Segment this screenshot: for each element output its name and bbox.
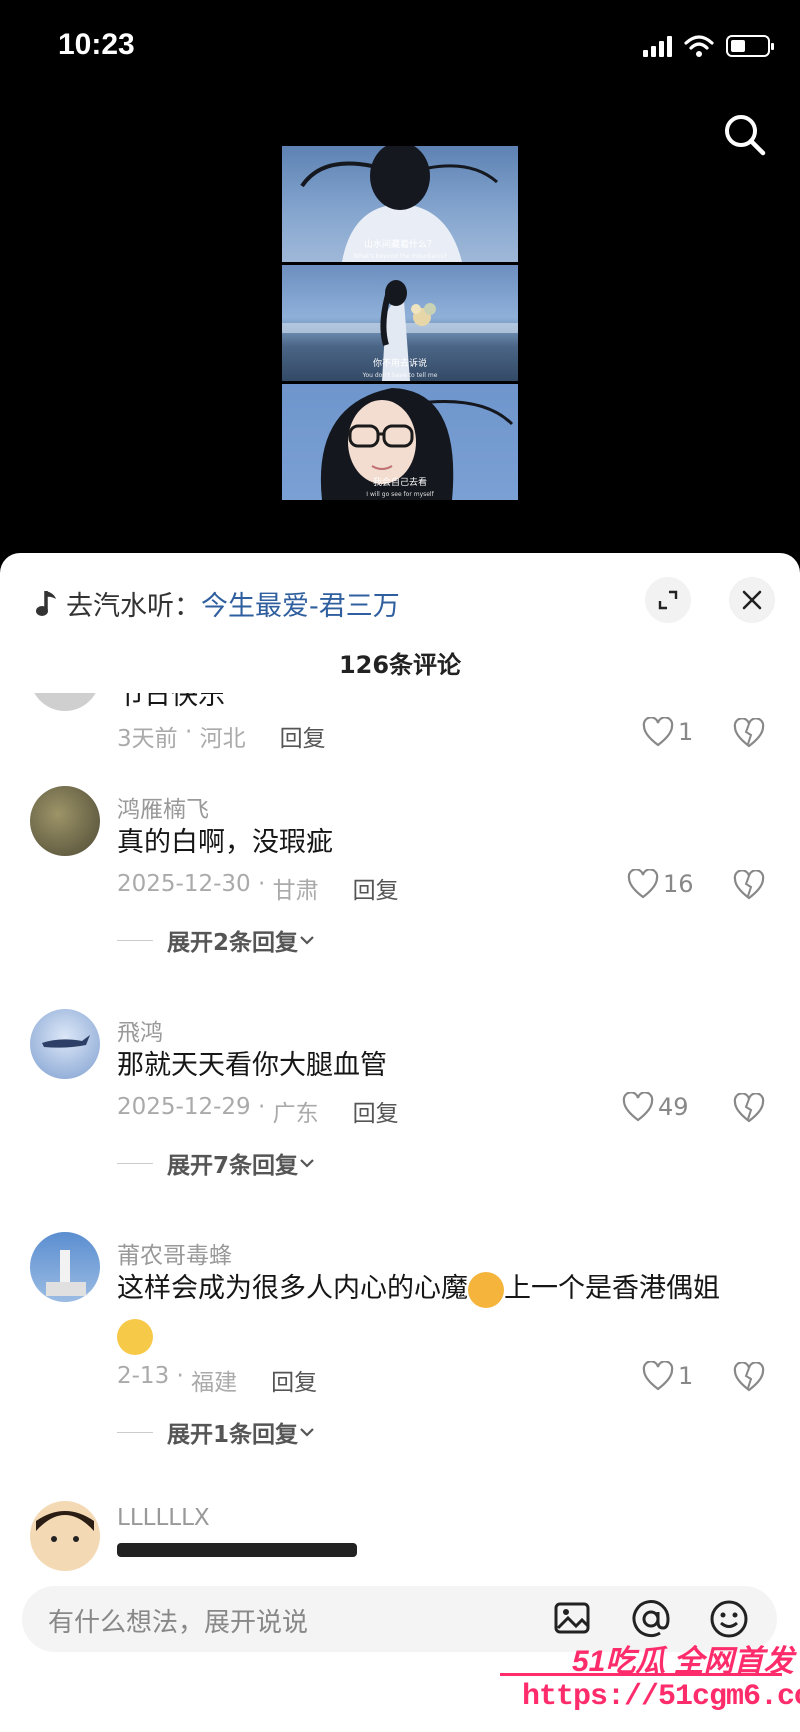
heart-icon: [642, 717, 674, 747]
music-note-icon: [36, 590, 56, 616]
comment-meta: 2-13 · 福建 回复: [117, 1363, 318, 1397]
avatar[interactable]: [30, 1501, 100, 1571]
comment-text: 节日快乐: [117, 693, 225, 711]
expand-replies-button[interactable]: 展开7条回复: [117, 1146, 316, 1180]
like-button[interactable]: 16: [627, 869, 694, 899]
chevron-down-icon: [300, 1428, 314, 1437]
video-caption-2: 你不用去诉说 You don't have to tell me: [362, 359, 438, 379]
video-frame-1: 山水间藏着什么？ What's beyond the mountains?: [282, 146, 518, 262]
video-frame-2: 你不用去诉说 You don't have to tell me: [282, 265, 518, 381]
crying-laughing-emoji-icon: [117, 1318, 153, 1355]
wifi-icon: [684, 35, 714, 57]
chevron-down-icon: [300, 1159, 314, 1168]
heart-icon: [622, 1092, 654, 1122]
video-caption-1: 山水间藏着什么？ What's beyond the mountains?: [353, 240, 447, 260]
avatar[interactable]: [30, 1232, 100, 1302]
video-preview[interactable]: 山水间藏着什么？ What's beyond the mountains? 你不…: [282, 146, 518, 500]
broken-heart-icon[interactable]: [733, 870, 765, 900]
watermark-url: https://51cgm6.com: [522, 1680, 800, 1714]
comment-date: 2025-12-30: [117, 871, 251, 897]
comment-meta: 2025-12-29 · 广东 回复: [117, 1094, 399, 1128]
comment-image-preview[interactable]: [117, 1543, 357, 1557]
heart-icon: [642, 1361, 674, 1391]
comment-location: 福建: [191, 1370, 238, 1396]
comment-username[interactable]: 鸿雁楠飞: [117, 790, 209, 824]
reply-button[interactable]: 回复: [271, 1363, 317, 1397]
music-prefix: 去汽水听：: [66, 591, 201, 622]
expand-replies-button[interactable]: 展开1条回复: [117, 1415, 316, 1449]
watermark-underline: [500, 1673, 782, 1676]
chevron-down-icon: [300, 936, 314, 945]
lighthouse-avatar-illustration: [46, 1250, 86, 1296]
heart-icon: [627, 869, 659, 899]
broken-heart-icon[interactable]: [733, 1093, 765, 1123]
comment-text: 这样会成为很多人内心的心魔 上一个是香港偶姐: [117, 1266, 767, 1358]
comment-meta: 3天前 · 河北 回复: [117, 719, 326, 753]
comment-date: 3天前: [117, 726, 178, 752]
bird-avatar-illustration: [42, 1035, 90, 1048]
status-icons: [643, 34, 774, 58]
close-icon: [742, 590, 762, 610]
like-count: 1: [678, 1362, 694, 1390]
reply-button[interactable]: 回复: [280, 719, 326, 753]
like-count: 1: [678, 718, 694, 746]
avatar[interactable]: [30, 1009, 100, 1079]
avatar[interactable]: [30, 786, 100, 856]
battery-icon: [726, 35, 774, 57]
cartoon-avatar-illustration: [36, 1511, 94, 1542]
comment-location: 河北: [199, 726, 246, 752]
expand-replies-button[interactable]: 展开2条回复: [117, 923, 316, 957]
comment-username[interactable]: 莆农哥毒蜂: [117, 1236, 232, 1270]
like-button[interactable]: 1: [642, 1361, 693, 1391]
comment-location: 甘肃: [272, 878, 319, 904]
expand-button[interactable]: [645, 577, 691, 623]
avatar[interactable]: [30, 693, 100, 711]
status-time: 10:23: [58, 28, 135, 61]
comment-text: 真的白啊，没瑕疵: [117, 827, 333, 858]
comment-date: 2025-12-29: [117, 1094, 251, 1120]
comment-text: 那就天天看你大腿血管: [117, 1050, 387, 1081]
comment-username[interactable]: 飛鸿: [117, 1013, 163, 1047]
comments-sheet: 去汽水听： 今生最爱-君三万 126条评论 节日快乐 3天前 · 河北 回复 1…: [0, 553, 800, 1732]
music-title-link[interactable]: 今生最爱-君三万: [201, 584, 400, 623]
expand-icon: [658, 590, 678, 610]
comment-count: 126条评论: [338, 651, 462, 679]
emoji-icon[interactable]: [708, 1598, 750, 1640]
close-button[interactable]: [729, 577, 775, 623]
cellular-signal-icon: [643, 35, 672, 57]
like-button[interactable]: 1: [642, 717, 693, 747]
reply-button[interactable]: 回复: [353, 1094, 399, 1128]
search-button[interactable]: [720, 110, 770, 160]
like-button[interactable]: 49: [622, 1092, 689, 1122]
broken-heart-icon[interactable]: [733, 1362, 765, 1392]
image-icon[interactable]: [552, 1598, 594, 1640]
comment-location: 广东: [272, 1101, 319, 1127]
status-bar: 10:23: [0, 0, 800, 96]
at-icon[interactable]: [630, 1598, 672, 1640]
reply-button[interactable]: 回复: [353, 871, 399, 905]
pray-emoji-icon: [468, 1271, 504, 1308]
comment-date: 2-13: [117, 1363, 170, 1389]
comment-meta: 2025-12-30 · 甘肃 回复: [117, 871, 399, 905]
music-link-row[interactable]: 去汽水听： 今生最爱-君三万: [34, 584, 400, 623]
video-caption-3: 我会自己去看 I will go see for myself: [366, 478, 434, 498]
comment-username[interactable]: LLLLLLX: [117, 1505, 210, 1531]
like-count: 16: [663, 870, 694, 898]
comment-list[interactable]: 节日快乐 3天前 · 河北 回复 1 鸿雁楠飞 真的白啊，没瑕疵 2025-12…: [0, 693, 800, 1573]
broken-heart-icon[interactable]: [733, 718, 765, 748]
search-icon: [725, 115, 766, 156]
like-count: 49: [658, 1093, 689, 1121]
video-frame-3: 我会自己去看 I will go see for myself: [282, 384, 518, 500]
comment-input-placeholder: 有什么想法，展开说说: [48, 1608, 309, 1638]
